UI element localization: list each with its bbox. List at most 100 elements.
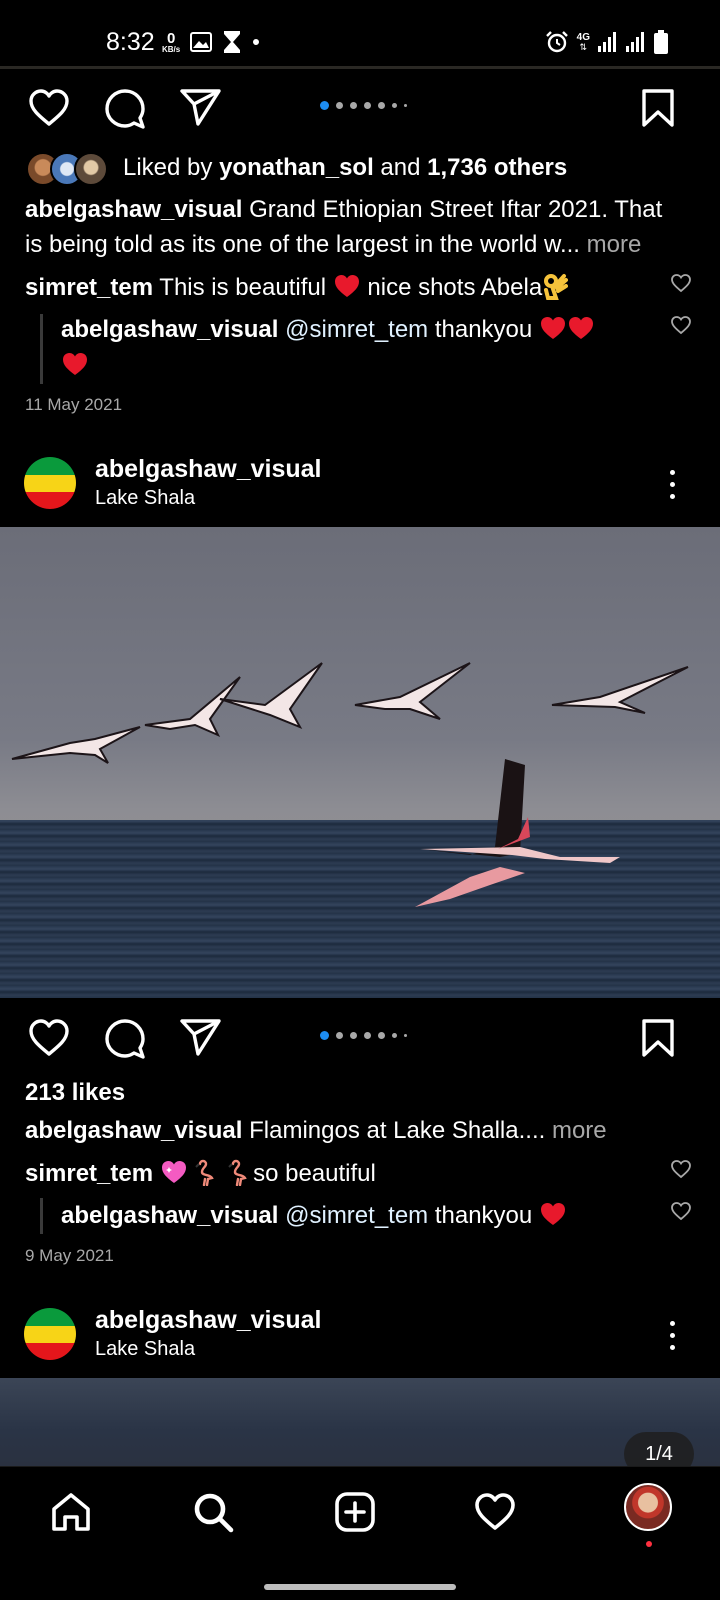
hourglass-icon	[224, 31, 241, 53]
status-right-icons: 4G ⇅	[545, 30, 668, 54]
reply-text: thankyou	[428, 1202, 539, 1229]
notification-dot-icon	[253, 39, 260, 45]
network-speed: 0 KB/s	[162, 31, 180, 54]
bookmark-icon[interactable]	[640, 1018, 676, 1058]
comment-icon[interactable]	[104, 88, 146, 130]
carousel-dot	[320, 101, 329, 110]
liked-by-avatars[interactable]	[26, 152, 108, 186]
signal-icon-1	[598, 32, 616, 52]
post-username[interactable]: abelgashaw_visual	[95, 455, 322, 484]
comment: simret_tem so beautiful	[25, 1158, 376, 1189]
avatar[interactable]	[24, 1308, 76, 1360]
carousel-dot	[336, 1032, 343, 1039]
status-left-icons: 0 KB/s	[162, 30, 260, 54]
share-icon[interactable]	[180, 1018, 222, 1058]
red-heart-emoji-icon	[540, 1203, 565, 1225]
carousel-dot	[392, 1033, 397, 1038]
post-header: abelgashaw_visual Lake Shala	[0, 1303, 720, 1373]
status-time: 8:32	[106, 28, 155, 56]
post-location[interactable]: Lake Shala	[95, 487, 195, 510]
bookmark-icon[interactable]	[640, 88, 676, 128]
flamingo-emoji-icon	[228, 1159, 247, 1187]
post-date: 11 May 2021	[25, 395, 123, 414]
status-bar: 8:32 0 KB/s 4G ⇅	[0, 0, 720, 68]
post-location[interactable]: Lake Shala	[95, 1338, 195, 1361]
network-speed-value: 0	[166, 29, 176, 47]
caption-line-2: is being told as its one of the largest …	[25, 230, 641, 260]
comment-like-icon[interactable]	[670, 273, 692, 293]
liked-by-text[interactable]: Liked by yonathan_sol and 1,736 others	[123, 153, 567, 183]
reply-comment: abelgashaw_visual @simret_tem thankyou	[61, 1200, 567, 1231]
network-speed-unit: KB/s	[162, 44, 181, 54]
comment-icon[interactable]	[104, 1018, 146, 1060]
reply-thread-line	[40, 1198, 43, 1234]
caption-more-link[interactable]: more	[545, 1117, 607, 1144]
signal-icon-2	[626, 32, 644, 52]
alarm-icon	[545, 31, 568, 53]
carousel-dot	[350, 1032, 357, 1039]
bottom-navigation	[0, 1466, 720, 1600]
more-options-icon[interactable]	[670, 1321, 676, 1357]
comment: simret_tem This is beautiful nice shots …	[25, 272, 569, 303]
liked-by-prefix: Liked by	[123, 154, 220, 181]
like-icon[interactable]	[28, 88, 70, 128]
flamingo-emoji-icon	[195, 1159, 215, 1187]
add-post-icon[interactable]	[334, 1491, 376, 1533]
red-heart-emoji-icon	[63, 353, 87, 375]
home-icon[interactable]	[50, 1491, 92, 1533]
carousel-dot	[404, 104, 407, 107]
liked-by-others[interactable]: 1,736 others	[427, 154, 567, 181]
caption-username[interactable]: abelgashaw_visual	[25, 1117, 242, 1144]
post-username[interactable]: abelgashaw_visual	[95, 1306, 322, 1335]
likes-count[interactable]: 213 likes	[25, 1078, 125, 1108]
activity-heart-icon[interactable]	[474, 1491, 516, 1533]
reply-mention[interactable]: @simret_tem	[278, 316, 428, 343]
caption-username[interactable]: abelgashaw_visual	[25, 196, 242, 223]
search-icon[interactable]	[192, 1491, 234, 1533]
comment-like-icon[interactable]	[670, 1159, 692, 1179]
battery-icon	[654, 30, 668, 54]
reply-like-icon[interactable]	[670, 315, 692, 335]
avatar[interactable]	[24, 457, 76, 509]
ok-hand-emoji-icon	[542, 272, 569, 300]
caption-more-link[interactable]: more	[580, 231, 642, 258]
more-options-icon[interactable]	[670, 470, 676, 506]
carousel-dot	[378, 1032, 385, 1039]
sparkling-heart-emoji-icon	[161, 1161, 186, 1183]
reply-username[interactable]: abelgashaw_visual	[61, 1202, 278, 1229]
red-heart-emoji-icon	[334, 275, 359, 297]
post-image-flamingos[interactable]	[0, 527, 720, 998]
comment-text-cont: nice shots Abela	[360, 274, 543, 301]
reply-like-icon[interactable]	[670, 1201, 692, 1221]
reply-mention[interactable]: @simret_tem	[278, 1202, 428, 1229]
liked-by-user[interactable]: yonathan_sol	[219, 154, 374, 181]
reply-text: thankyou	[428, 316, 539, 343]
like-icon[interactable]	[28, 1018, 70, 1058]
reply-comment-cont	[61, 350, 89, 381]
caption-text: Grand Ethiopian Street Iftar 2021. That	[242, 196, 663, 223]
carousel-dot	[378, 102, 385, 109]
carousel-dot	[336, 102, 343, 109]
carousel-indicator	[320, 101, 407, 110]
red-heart-emoji-icon	[540, 317, 565, 339]
home-gesture-bar[interactable]	[264, 1584, 456, 1590]
post-image-lake[interactable]	[0, 1378, 720, 1466]
avatar	[74, 152, 108, 186]
post-date: 9 May 2021	[25, 1246, 114, 1265]
reply-comment: abelgashaw_visual @simret_tem thankyou	[61, 314, 595, 345]
red-heart-emoji-icon	[568, 317, 593, 339]
share-icon[interactable]	[180, 88, 222, 128]
liked-by-and: and	[373, 154, 428, 181]
reply-username[interactable]: abelgashaw_visual	[61, 316, 278, 343]
post-header: abelgashaw_visual Lake Shala	[0, 452, 720, 522]
carousel-dot	[364, 1032, 371, 1039]
network-type: 4G ⇅	[576, 31, 590, 52]
comment-username[interactable]: simret_tem	[25, 1160, 153, 1187]
carousel-dot	[404, 1034, 407, 1037]
profile-avatar[interactable]	[624, 1483, 672, 1531]
previous-post-image-edge	[0, 66, 720, 69]
comment-username[interactable]: simret_tem	[25, 274, 153, 301]
carousel-dot	[392, 103, 397, 108]
caption-line-1: abelgashaw_visual Grand Ethiopian Street…	[25, 195, 662, 225]
reply-thread-line	[40, 314, 43, 384]
